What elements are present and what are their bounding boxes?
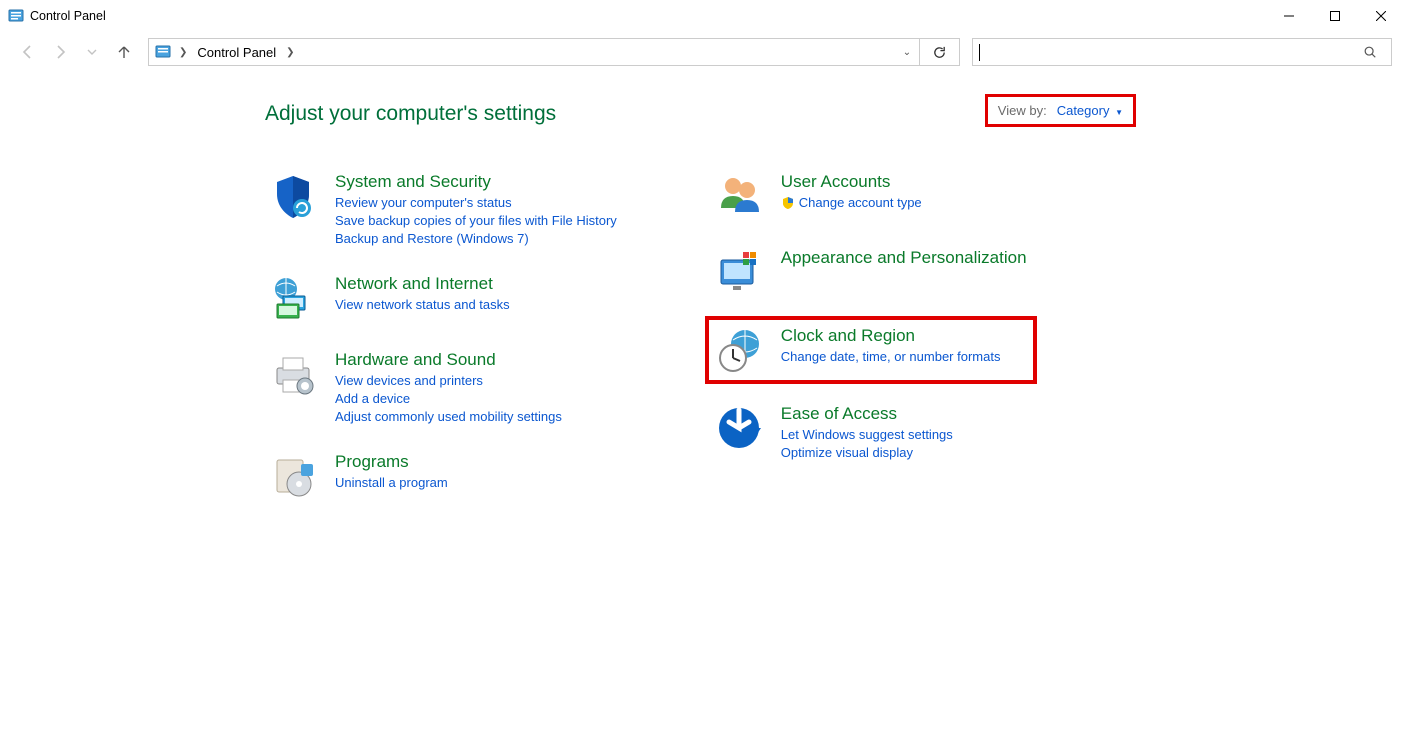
content-area: Adjust your computer's settings View by:… bbox=[0, 72, 1404, 502]
titlebar: Control Panel bbox=[0, 0, 1404, 32]
category-system-security: System and Security Review your computer… bbox=[265, 170, 621, 248]
category-title[interactable]: Hardware and Sound bbox=[335, 350, 562, 370]
category-link[interactable]: Review your computer's status bbox=[335, 195, 617, 210]
category-appearance-personalization: Appearance and Personalization bbox=[711, 246, 1031, 298]
chevron-right-icon[interactable]: ❯ bbox=[284, 47, 296, 58]
page-heading: Adjust your computer's settings bbox=[265, 102, 1404, 126]
view-by-selector[interactable]: View by: Category ▼ bbox=[985, 94, 1136, 127]
network-icon bbox=[269, 274, 317, 322]
address-bar[interactable]: ❯ Control Panel ❯ ⌄ bbox=[148, 38, 920, 66]
address-dropdown-icon[interactable]: ⌄ bbox=[897, 47, 917, 58]
category-clock-region: Clock and Region Change date, time, or n… bbox=[705, 316, 1037, 384]
ease-of-access-icon bbox=[715, 404, 763, 452]
category-link[interactable]: Let Windows suggest settings bbox=[781, 427, 953, 442]
category-title[interactable]: Ease of Access bbox=[781, 404, 953, 424]
back-button[interactable] bbox=[12, 36, 44, 68]
refresh-button[interactable] bbox=[920, 38, 960, 66]
category-link-text: Change account type bbox=[799, 195, 922, 210]
close-button[interactable] bbox=[1358, 0, 1404, 32]
recent-locations-button[interactable] bbox=[76, 36, 108, 68]
category-network-internet: Network and Internet View network status… bbox=[265, 272, 621, 324]
forward-button[interactable] bbox=[44, 36, 76, 68]
category-link[interactable]: Change date, time, or number formats bbox=[781, 349, 1001, 364]
control-panel-icon bbox=[8, 8, 24, 24]
category-link[interactable]: Add a device bbox=[335, 391, 562, 406]
category-column-right: User Accounts Change account type bbox=[711, 170, 1031, 502]
address-icon bbox=[155, 44, 171, 60]
category-title[interactable]: User Accounts bbox=[781, 172, 922, 192]
category-title[interactable]: Appearance and Personalization bbox=[781, 248, 1027, 268]
category-user-accounts: User Accounts Change account type bbox=[711, 170, 1031, 222]
search-input[interactable] bbox=[973, 45, 1363, 60]
window-title: Control Panel bbox=[30, 9, 106, 23]
category-link[interactable]: Uninstall a program bbox=[335, 475, 448, 490]
up-button[interactable] bbox=[108, 36, 140, 68]
shield-icon bbox=[269, 172, 317, 220]
category-link[interactable]: View network status and tasks bbox=[335, 297, 510, 312]
user-accounts-icon bbox=[715, 172, 763, 220]
category-link[interactable]: Backup and Restore (Windows 7) bbox=[335, 231, 617, 246]
window-controls bbox=[1266, 0, 1404, 32]
category-link[interactable]: Save backup copies of your files with Fi… bbox=[335, 213, 617, 228]
category-link[interactable]: View devices and printers bbox=[335, 373, 562, 388]
breadcrumb-root[interactable]: Control Panel bbox=[195, 45, 278, 60]
dropdown-icon: ▼ bbox=[1115, 108, 1123, 117]
clock-region-icon bbox=[715, 326, 763, 374]
minimize-button[interactable] bbox=[1266, 0, 1312, 32]
search-box[interactable] bbox=[972, 38, 1392, 66]
category-title[interactable]: Network and Internet bbox=[335, 274, 510, 294]
category-title[interactable]: Programs bbox=[335, 452, 448, 472]
search-icon[interactable] bbox=[1363, 45, 1391, 59]
category-link[interactable]: Change account type bbox=[781, 195, 922, 210]
maximize-button[interactable] bbox=[1312, 0, 1358, 32]
view-by-value: Category bbox=[1057, 103, 1110, 118]
text-caret bbox=[979, 44, 980, 61]
category-link[interactable]: Adjust commonly used mobility settings bbox=[335, 409, 562, 424]
category-ease-of-access: Ease of Access Let Windows suggest setti… bbox=[711, 402, 1031, 462]
chevron-right-icon[interactable]: ❯ bbox=[177, 47, 189, 58]
appearance-icon bbox=[715, 248, 763, 296]
printer-icon bbox=[269, 350, 317, 398]
category-link[interactable]: Optimize visual display bbox=[781, 445, 953, 460]
navbar: ❯ Control Panel ❯ ⌄ bbox=[0, 32, 1404, 72]
programs-icon bbox=[269, 452, 317, 500]
category-programs: Programs Uninstall a program bbox=[265, 450, 621, 502]
view-by-label: View by: bbox=[998, 103, 1047, 118]
category-title[interactable]: System and Security bbox=[335, 172, 617, 192]
category-column-left: System and Security Review your computer… bbox=[265, 170, 621, 502]
category-hardware-sound: Hardware and Sound View devices and prin… bbox=[265, 348, 621, 426]
category-title[interactable]: Clock and Region bbox=[781, 326, 1001, 346]
uac-shield-icon bbox=[781, 196, 795, 210]
